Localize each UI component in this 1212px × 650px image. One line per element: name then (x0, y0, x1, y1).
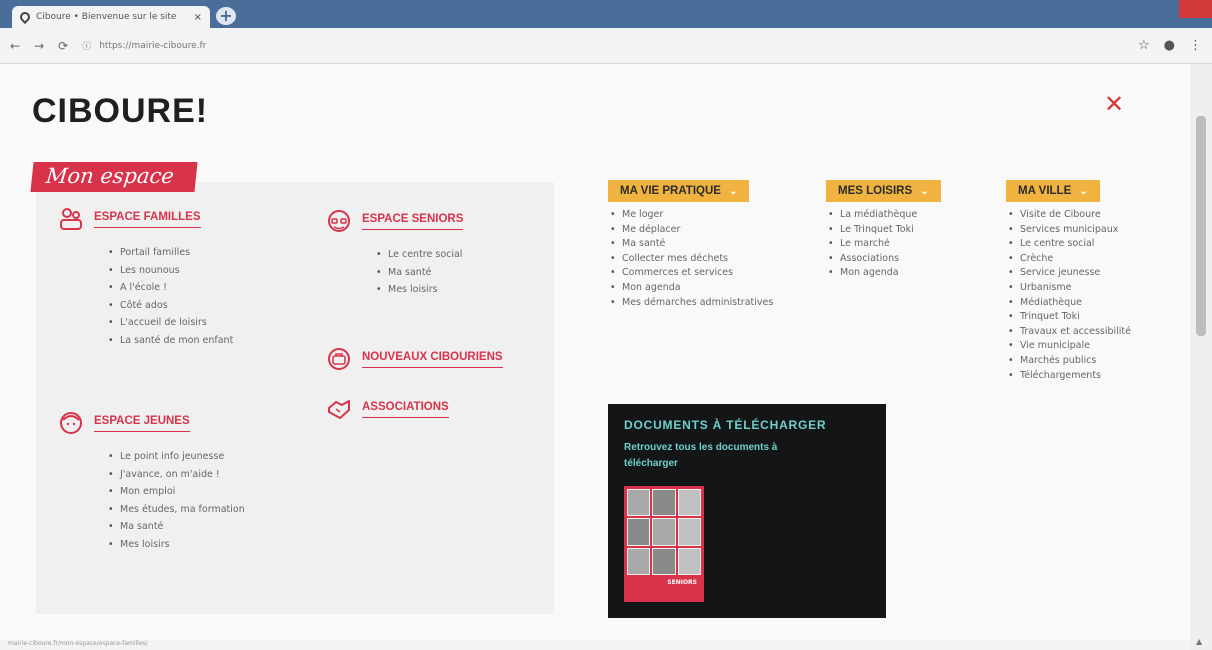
espace-familles-link[interactable]: ESPACE FAMILLES (94, 211, 201, 228)
tab-close-button[interactable]: × (194, 12, 202, 23)
chevron-down-icon: ⌄ (728, 185, 738, 197)
list-item[interactable]: Ma santé (610, 237, 773, 252)
reload-icon[interactable]: ⟳ (58, 39, 68, 53)
list-item[interactable]: L'accueil de loisirs (108, 314, 233, 332)
list-item[interactable]: Mes démarches administratives (610, 296, 773, 311)
menu-loisirs-label: MES LOISIRS (838, 185, 913, 197)
documents-cover-image: SENIORS (624, 486, 704, 602)
page: CIBOURE! ✕ Mon espace ESPACE FAMILLES Po… (0, 64, 1190, 640)
site-logo[interactable]: CIBOURE! (32, 92, 208, 131)
menu-loisirs-header[interactable]: MES LOISIRS ⌄ (826, 180, 941, 202)
list-item[interactable]: Le centre social (376, 246, 463, 264)
list-item[interactable]: Le centre social (1008, 237, 1131, 252)
section-jeunes: ESPACE JEUNES Le point info jeunesse J'a… (58, 410, 245, 553)
list-item[interactable]: Commerces et services (610, 266, 773, 281)
list-item[interactable]: Me loger (610, 208, 773, 223)
section-seniors: ESPACE SENIORS Le centre social Ma santé… (326, 208, 464, 299)
list-item[interactable]: Crèche (1008, 252, 1131, 267)
list-item[interactable]: La médiathèque (828, 208, 941, 223)
mon-espace-title: Mon espace (30, 162, 198, 192)
maximize-button[interactable] (1145, 0, 1178, 18)
list-item[interactable]: Le point info jeunesse (108, 448, 245, 466)
list-item[interactable]: Travaux et accessibilité (1008, 325, 1131, 340)
list-item[interactable]: Le Trinquet Toki (828, 223, 941, 238)
list-item[interactable]: Médiathèque (1008, 296, 1131, 311)
list-item[interactable]: Services municipaux (1008, 223, 1131, 238)
menu-vie-pratique-label: MA VIE PRATIQUE (620, 185, 721, 197)
window-controls (1112, 0, 1212, 18)
menu-vie-pratique: MA VIE PRATIQUE ⌄ Me loger Me déplacer M… (608, 179, 773, 310)
new-tab-button[interactable]: + (216, 7, 236, 25)
list-item[interactable]: Visite de Ciboure (1008, 208, 1131, 223)
list-item[interactable]: Les nounous (108, 262, 233, 280)
list-item[interactable]: Portail familles (108, 244, 233, 262)
menu-ma-ville-header[interactable]: MA VILLE ⌄ (1006, 180, 1100, 202)
list-item[interactable]: Téléchargements (1008, 369, 1131, 384)
chevron-down-icon: ⌄ (1079, 185, 1088, 197)
list-item[interactable]: Mes loisirs (376, 281, 463, 299)
back-arrow-icon[interactable]: ← (10, 39, 20, 53)
list-item[interactable]: Mes études, ma formation (108, 501, 245, 519)
faces-grid (627, 489, 701, 575)
tab-title: Ciboure • Bienvenue sur le site (36, 12, 177, 22)
star-icon[interactable]: ☆ (1138, 38, 1150, 53)
documents-title: DOCUMENTS À TÉLÉCHARGER (624, 418, 827, 432)
menu-vie-pratique-header[interactable]: MA VIE PRATIQUE ⌄ (608, 180, 750, 202)
scrollbar-thumb[interactable] (1196, 116, 1206, 336)
url-field[interactable]: https://mairie-ciboure.fr (99, 41, 206, 51)
section-associations: ASSOCIATIONS (326, 396, 449, 422)
status-bar-url: mairie-ciboure.fr/mon-espace/espace-fami… (8, 640, 148, 647)
menu-ma-ville: MA VILLE ⌄ Visite de Ciboure Services mu… (1006, 179, 1131, 383)
list-item[interactable]: Collecter mes déchets (610, 252, 773, 267)
list-item[interactable]: Me déplacer (610, 223, 773, 238)
list-item[interactable]: Urbanisme (1008, 281, 1131, 296)
list-item[interactable]: Marchés publics (1008, 354, 1131, 369)
espace-jeunes-link[interactable]: ESPACE JEUNES (94, 415, 190, 432)
associations-icon (328, 400, 350, 419)
list-item[interactable]: Mon emploi (108, 483, 245, 501)
documents-banner[interactable]: DOCUMENTS À TÉLÉCHARGER Retrouvez tous l… (608, 404, 886, 618)
senior-icon (328, 210, 350, 232)
nouveaux-cibouriens-link[interactable]: NOUVEAUX CIBOURIENS (362, 351, 503, 368)
browser-tab[interactable]: Ciboure • Bienvenue sur le site × (12, 6, 210, 28)
associations-link[interactable]: ASSOCIATIONS (362, 401, 449, 418)
profile-icon[interactable]: ● (1164, 38, 1175, 53)
location-pin-icon (17, 9, 33, 25)
scroll-down-arrow-icon[interactable]: ▲ (1196, 637, 1202, 646)
menu-ma-ville-label: MA VILLE (1018, 185, 1072, 197)
scrollbar[interactable]: ▲ (1190, 64, 1212, 650)
close-menu-button[interactable]: ✕ (1104, 90, 1124, 118)
documents-cover-label: SENIORS (667, 579, 697, 586)
address-bar: ← → ⟳ ⓘ https://mairie-ciboure.fr ☆ ● ⋮ (0, 28, 1212, 64)
list-item[interactable]: Trinquet Toki (1008, 310, 1131, 325)
menu-icon[interactable]: ⋮ (1189, 38, 1202, 53)
list-item[interactable]: Vie municipale (1008, 339, 1131, 354)
family-icon (60, 208, 82, 230)
newcomers-icon (328, 348, 350, 370)
forward-arrow-icon[interactable]: → (34, 39, 44, 53)
list-item[interactable]: Mon agenda (828, 266, 941, 281)
info-icon[interactable]: ⓘ (82, 39, 91, 52)
menu-loisirs: MES LOISIRS ⌄ La médiathèque Le Trinquet… (826, 179, 941, 281)
minimize-button[interactable] (1112, 0, 1145, 18)
list-item[interactable]: J'avance, on m'aide ! (108, 466, 245, 484)
list-item[interactable]: Ma santé (376, 264, 463, 282)
list-item[interactable]: Ma santé (108, 518, 245, 536)
list-item[interactable]: Côté ados (108, 297, 233, 315)
browser-tab-bar: Ciboure • Bienvenue sur le site × + (0, 0, 1212, 28)
list-item[interactable]: Associations (828, 252, 941, 267)
list-item[interactable]: La santé de mon enfant (108, 332, 233, 350)
section-nouveaux: NOUVEAUX CIBOURIENS (326, 346, 503, 372)
window-close-button[interactable] (1178, 0, 1212, 18)
section-familles: ESPACE FAMILLES Portail familles Les nou… (58, 206, 233, 349)
list-item[interactable]: Service jeunesse (1008, 266, 1131, 281)
list-item[interactable]: A l'école ! (108, 279, 233, 297)
chevron-down-icon: ⌄ (920, 185, 929, 197)
list-item[interactable]: Le marché (828, 237, 941, 252)
espace-seniors-link[interactable]: ESPACE SENIORS (362, 213, 464, 230)
documents-subtitle: Retrouvez tous les documents à télécharg… (624, 442, 778, 469)
youth-icon (60, 412, 82, 434)
list-item[interactable]: Mon agenda (610, 281, 773, 296)
list-item[interactable]: Mes loisirs (108, 536, 245, 554)
